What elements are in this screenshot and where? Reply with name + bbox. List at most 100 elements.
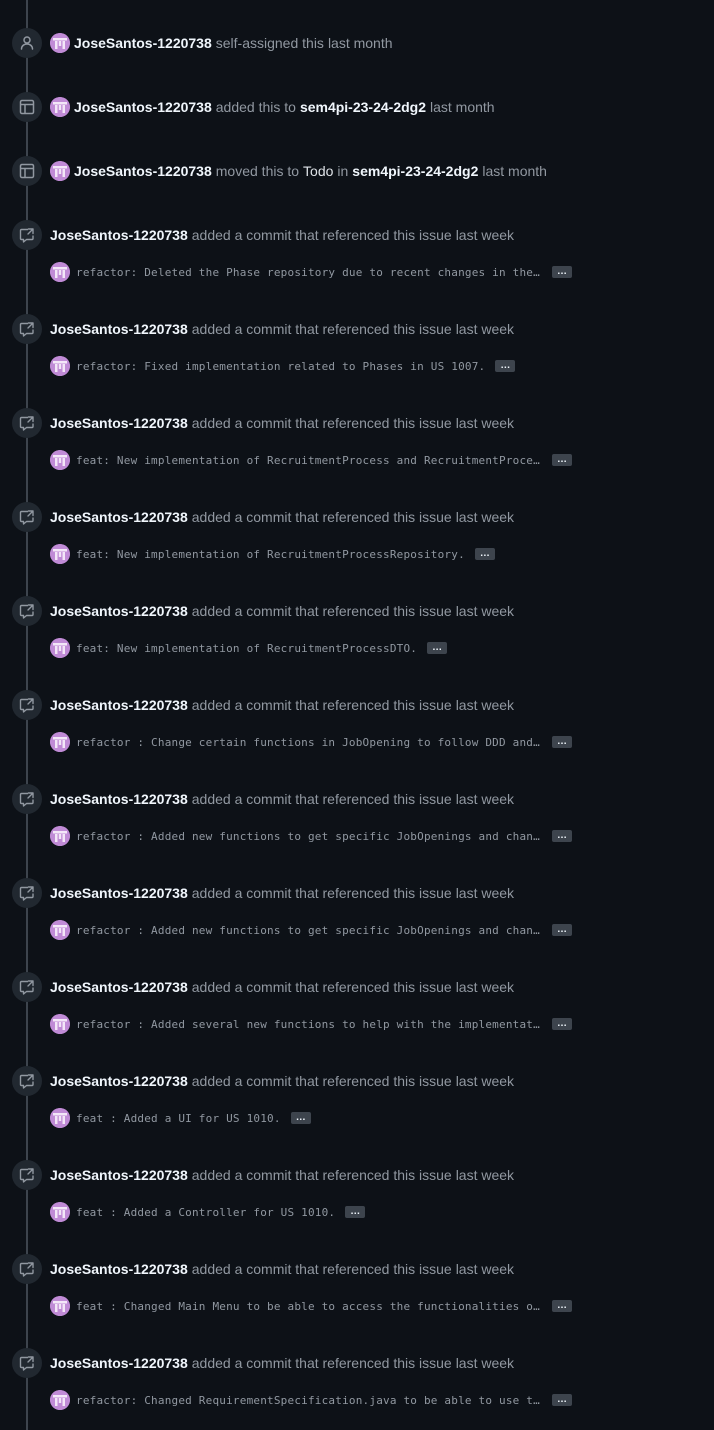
author-link[interactable]: JoseSantos-1220738 xyxy=(50,697,188,713)
commit-message[interactable]: refactor: Changed RequirementSpecificati… xyxy=(76,1394,542,1407)
event-text: added this to xyxy=(215,99,296,115)
expand-commit-button[interactable]: … xyxy=(552,924,572,936)
commit-message[interactable]: refactor : Added new functions to get sp… xyxy=(76,830,542,843)
event-badge xyxy=(12,156,42,186)
project-link[interactable]: sem4pi-23-24-2dg2 xyxy=(300,99,426,115)
avatar[interactable] xyxy=(50,262,70,282)
event-time[interactable]: last week xyxy=(456,227,514,243)
expand-commit-button[interactable]: … xyxy=(552,1300,572,1312)
event-text: added a commit that referenced this issu… xyxy=(191,1261,452,1277)
author-link[interactable]: JoseSantos-1220738 xyxy=(50,885,188,901)
avatar[interactable] xyxy=(50,33,70,53)
commit-message[interactable]: refactor : Added new functions to get sp… xyxy=(76,924,542,937)
event-badge xyxy=(12,784,42,814)
expand-commit-button[interactable]: … xyxy=(552,1018,572,1030)
commit-message[interactable]: feat : Changed Main Menu to be able to a… xyxy=(76,1300,542,1313)
author-link[interactable]: JoseSantos-1220738 xyxy=(50,1073,188,1089)
expand-commit-button[interactable]: … xyxy=(290,1112,311,1124)
commit-message[interactable]: feat: New implementation of RecruitmentP… xyxy=(76,454,542,467)
event-text: added a commit that referenced this issu… xyxy=(191,1355,452,1371)
cross-reference-icon xyxy=(19,1167,35,1183)
expand-commit-button[interactable]: … xyxy=(552,266,572,278)
author-link[interactable]: JoseSantos-1220738 xyxy=(50,321,188,337)
event-time[interactable]: last week xyxy=(456,697,514,713)
author-link[interactable]: JoseSantos-1220738 xyxy=(74,99,212,115)
event-badge xyxy=(12,408,42,438)
commit-message[interactable]: refactor: Fixed implementation related t… xyxy=(76,360,485,373)
event-time[interactable]: last week xyxy=(456,1261,514,1277)
avatar[interactable] xyxy=(50,826,70,846)
event-time[interactable]: last week xyxy=(456,885,514,901)
author-link[interactable]: JoseSantos-1220738 xyxy=(50,415,188,431)
author-link[interactable]: JoseSantos-1220738 xyxy=(74,35,212,51)
avatar[interactable] xyxy=(50,1108,70,1128)
commit-message[interactable]: feat : Added a UI for US 1010. xyxy=(76,1112,281,1125)
avatar[interactable] xyxy=(50,1202,70,1222)
commit-row: refactor: Changed RequirementSpecificati… xyxy=(50,1389,572,1411)
author-link[interactable]: JoseSantos-1220738 xyxy=(50,979,188,995)
event-time[interactable]: last week xyxy=(456,415,514,431)
author-link[interactable]: JoseSantos-1220738 xyxy=(50,1355,188,1371)
event-time[interactable]: last week xyxy=(456,321,514,337)
cross-reference-icon xyxy=(19,321,35,337)
avatar[interactable] xyxy=(50,450,70,470)
event-text: added a commit that referenced this issu… xyxy=(191,321,452,337)
commit-message[interactable]: feat: New implementation of RecruitmentP… xyxy=(76,642,417,655)
avatar[interactable] xyxy=(50,544,70,564)
avatar[interactable] xyxy=(50,356,70,376)
avatar[interactable] xyxy=(50,1390,70,1410)
event-description: JoseSantos-1220738 added this to sem4pi-23… xyxy=(50,92,495,122)
expand-commit-button[interactable]: … xyxy=(552,1394,572,1406)
cross-reference-icon xyxy=(19,227,35,243)
expand-commit-button[interactable]: … xyxy=(552,736,572,748)
avatar[interactable] xyxy=(50,1014,70,1034)
author-link[interactable]: JoseSantos-1220738 xyxy=(50,791,188,807)
event-text: added a commit that referenced this issu… xyxy=(191,415,452,431)
event-text: added a commit that referenced this issu… xyxy=(191,603,452,619)
event-time[interactable]: last week xyxy=(456,979,514,995)
avatar[interactable] xyxy=(50,97,70,117)
author-link[interactable]: JoseSantos-1220738 xyxy=(50,1261,188,1277)
project-link[interactable]: sem4pi-23-24-2dg2 xyxy=(352,163,478,179)
cross-reference-icon xyxy=(19,979,35,995)
commit-row: feat : Added a UI for US 1010. … xyxy=(50,1107,311,1129)
author-link[interactable]: JoseSantos-1220738 xyxy=(50,1167,188,1183)
avatar[interactable] xyxy=(50,638,70,658)
expand-commit-button[interactable]: … xyxy=(552,454,572,466)
expand-commit-button[interactable]: … xyxy=(552,830,572,842)
author-link[interactable]: JoseSantos-1220738 xyxy=(50,227,188,243)
event-time[interactable]: last week xyxy=(456,791,514,807)
avatar[interactable] xyxy=(50,920,70,940)
avatar[interactable] xyxy=(50,1296,70,1316)
expand-commit-button[interactable]: … xyxy=(427,642,448,654)
expand-commit-button[interactable]: … xyxy=(495,360,516,372)
commit-message[interactable]: refactor : Added several new functions t… xyxy=(76,1018,542,1031)
commit-row: refactor: Fixed implementation related t… xyxy=(50,355,516,377)
event-time[interactable]: last week xyxy=(456,1073,514,1089)
author-link[interactable]: JoseSantos-1220738 xyxy=(50,603,188,619)
event-time[interactable]: last week xyxy=(456,509,514,525)
commit-row: refactor : Added new functions to get sp… xyxy=(50,825,572,847)
event-badge xyxy=(12,220,42,250)
event-text: last month xyxy=(430,99,495,115)
author-link[interactable]: JoseSantos-1220738 xyxy=(74,163,212,179)
commit-message[interactable]: refactor : Change certain functions in J… xyxy=(76,736,542,749)
commit-message[interactable]: feat : Added a Controller for US 1010. xyxy=(76,1206,335,1219)
event-time[interactable]: last week xyxy=(456,1167,514,1183)
commit-row: refactor : Added several new functions t… xyxy=(50,1013,572,1035)
author-link[interactable]: JoseSantos-1220738 xyxy=(50,509,188,525)
expand-commit-button[interactable]: … xyxy=(474,548,495,560)
avatar[interactable] xyxy=(50,161,70,181)
avatar[interactable] xyxy=(50,732,70,752)
commit-message[interactable]: feat: New implementation of RecruitmentP… xyxy=(76,548,465,561)
commit-message[interactable]: refactor: Deleted the Phase repository d… xyxy=(76,266,542,279)
event-description: JoseSantos-1220738 added a commit that re… xyxy=(50,878,514,908)
event-text: last month xyxy=(482,163,547,179)
event-badge xyxy=(12,972,42,1002)
event-time[interactable]: last week xyxy=(456,1355,514,1371)
commit-row: feat : Added a Controller for US 1010. … xyxy=(50,1201,366,1223)
cross-reference-icon xyxy=(19,603,35,619)
event-time[interactable]: last week xyxy=(456,603,514,619)
event-text: added a commit that referenced this issu… xyxy=(191,791,452,807)
expand-commit-button[interactable]: … xyxy=(345,1206,366,1218)
